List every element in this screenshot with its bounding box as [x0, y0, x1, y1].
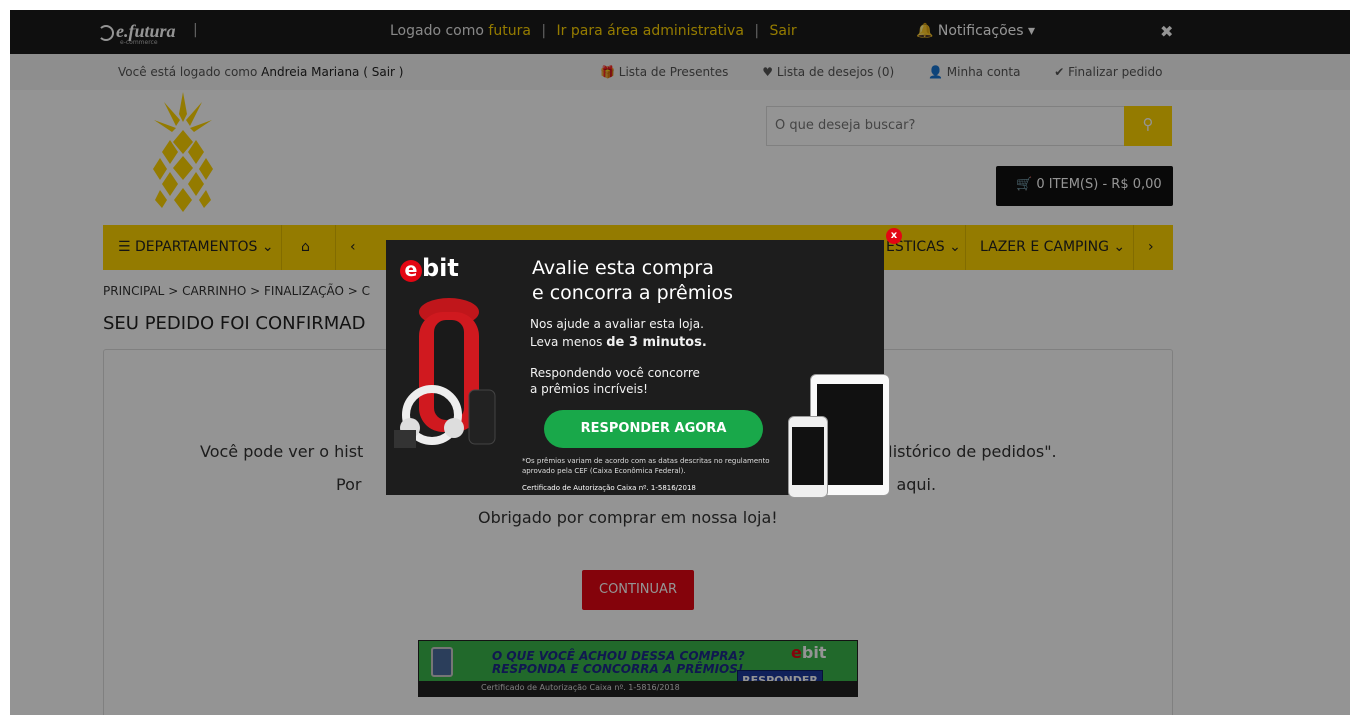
popup-help-text: Nos ajude a avaliar esta loja. Leva meno…: [530, 317, 707, 350]
popup-title: Avalie esta compra e concorra a prêmios: [532, 257, 734, 304]
ebit-logo: ebit: [400, 254, 459, 282]
ebit-popup: e bit Avalie esta compra e concorra a prê…: [386, 228, 902, 498]
phone-image: [788, 416, 828, 498]
popup-prize-text: Respondendo você concorre a prêmios incr…: [530, 366, 700, 396]
respond-now-button[interactable]: RESPONDER AGORA: [544, 410, 763, 448]
close-popup-icon[interactable]: x: [886, 228, 902, 244]
browser-page: e.futura e-commerce | Logado como futura…: [10, 10, 1350, 715]
popup-cert: Certificado de Autorização Caixa nº. 1-5…: [522, 484, 696, 492]
popup-disclaimer: *Os prêmios variam de acordo com as data…: [522, 457, 770, 475]
coffee-machine-image: [394, 298, 496, 448]
